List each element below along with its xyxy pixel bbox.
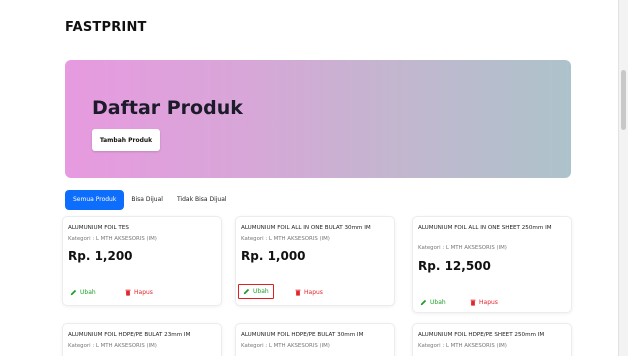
- product-category: Kategori : L MTH AKSESORIS (IM): [241, 236, 330, 242]
- tab-not-sellable[interactable]: Tidak Bisa Dijual: [170, 190, 234, 210]
- trash-icon: [295, 289, 301, 296]
- product-category: Kategori : L MTH AKSESORIS (IM): [68, 236, 157, 242]
- tab-sellable[interactable]: Bisa Dijual: [124, 190, 170, 210]
- delete-button[interactable]: Hapus: [470, 299, 498, 306]
- tab-all-products[interactable]: Semua Produk: [65, 190, 125, 210]
- product-name: ALUMUNIUM FOIL TES: [68, 225, 129, 231]
- edit-button[interactable]: Ubah: [238, 284, 274, 299]
- brand-logo[interactable]: FASTPRINT: [65, 20, 147, 35]
- filter-tabs: Semua Produk Bisa Dijual Tidak Bisa Diju…: [65, 190, 234, 210]
- page: FASTPRINT Daftar Produk Tambah Produk Se…: [0, 0, 628, 356]
- product-category: Kategori : L MTH AKSESORIS (IM): [418, 245, 507, 251]
- product-card: ALUMUNIUM FOIL HDPE/PE BULAT 30mm IM Kat…: [235, 323, 395, 356]
- edit-button[interactable]: Ubah: [70, 289, 96, 296]
- product-price: Rp. 1,200: [68, 249, 133, 263]
- hero-banner: Daftar Produk Tambah Produk: [65, 60, 571, 178]
- page-title: Daftar Produk: [92, 97, 243, 119]
- delete-label: Hapus: [479, 299, 498, 306]
- trash-icon: [470, 299, 476, 306]
- product-card: ALUMUNIUM FOIL TES Kategori : L MTH AKSE…: [62, 216, 222, 306]
- product-category: Kategori : L MTH AKSESORIS (IM): [418, 343, 507, 349]
- scrollbar[interactable]: [618, 0, 628, 356]
- edit-label: Ubah: [253, 288, 269, 295]
- product-category: Kategori : L MTH AKSESORIS (IM): [68, 343, 157, 349]
- product-name: ALUMUNIUM FOIL ALL IN ONE BULAT 30mm IM: [241, 225, 371, 231]
- product-name: ALUMUNIUM FOIL HDPE/PE BULAT 23mm IM: [68, 332, 191, 338]
- add-product-button[interactable]: Tambah Produk: [92, 129, 160, 151]
- delete-button[interactable]: Hapus: [295, 289, 323, 296]
- pencil-icon: [420, 299, 427, 306]
- delete-button[interactable]: Hapus: [125, 289, 153, 296]
- product-name: ALUMUNIUM FOIL HDPE/PE BULAT 30mm IM: [241, 332, 364, 338]
- product-name: ALUMUNIUM FOIL HDPE/PE SHEET 250mm IM: [418, 332, 545, 338]
- product-card: ALUMUNIUM FOIL ALL IN ONE SHEET 250mm IM…: [412, 216, 572, 313]
- product-card: ALUMUNIUM FOIL HDPE/PE SHEET 250mm IM Ka…: [412, 323, 572, 356]
- delete-label: Hapus: [304, 289, 323, 296]
- edit-label: Ubah: [430, 299, 446, 306]
- pencil-icon: [243, 288, 250, 295]
- edit-label: Ubah: [80, 289, 96, 296]
- pencil-icon: [70, 289, 77, 296]
- scrollbar-thumb[interactable]: [621, 70, 626, 130]
- product-card: ALUMUNIUM FOIL ALL IN ONE BULAT 30mm IM …: [235, 216, 395, 306]
- delete-label: Hapus: [134, 289, 153, 296]
- edit-button[interactable]: Ubah: [420, 299, 446, 306]
- product-name: ALUMUNIUM FOIL ALL IN ONE SHEET 250mm IM: [418, 225, 552, 231]
- trash-icon: [125, 289, 131, 296]
- product-price: Rp. 1,000: [241, 249, 306, 263]
- product-card: ALUMUNIUM FOIL HDPE/PE BULAT 23mm IM Kat…: [62, 323, 222, 356]
- product-category: Kategori : L MTH AKSESORIS (IM): [241, 343, 330, 349]
- product-price: Rp. 12,500: [418, 259, 491, 273]
